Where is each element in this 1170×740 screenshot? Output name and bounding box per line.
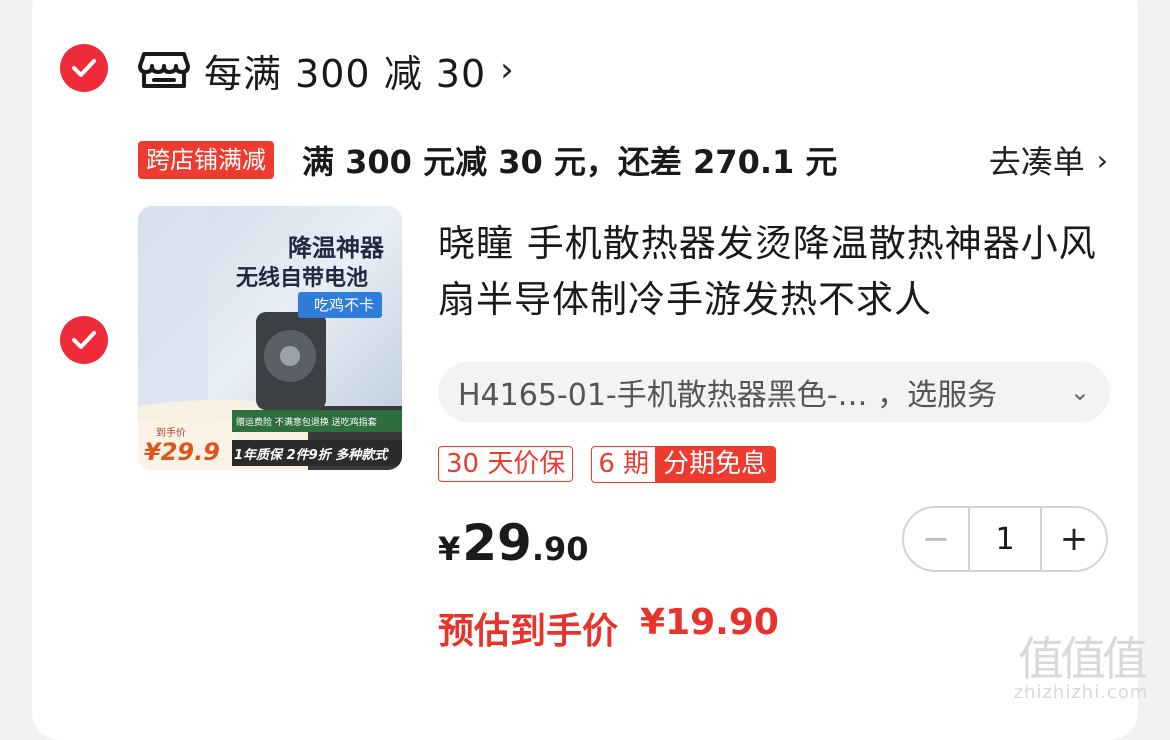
image-headline-1: 降温神器 (288, 234, 384, 262)
image-headline-2: 无线自带电池 (236, 266, 369, 291)
quantity-stepper: − 1 + (902, 506, 1108, 572)
quantity-input[interactable]: 1 (968, 508, 1042, 570)
price-decimal: .90 (531, 530, 589, 568)
product-price: ¥ 29 .90 (438, 514, 589, 572)
installment-badge: 6 期 分期免息 (591, 446, 777, 483)
product-select-checkbox[interactable] (60, 316, 108, 364)
checkmark-icon (72, 331, 96, 349)
checkmark-icon (72, 59, 96, 77)
shop-header[interactable]: 每满 300 减 30 › (138, 42, 514, 98)
estimated-price-label: 预估到手价 (438, 611, 619, 652)
watermark-domain: zhizhizhi.com (1013, 682, 1149, 703)
sku-text: H4165-01-手机散热器黑色-… ，选服务 (458, 378, 998, 413)
price-integer: 29 (462, 514, 532, 572)
chevron-right-icon: › (1096, 143, 1108, 177)
promo-tag: 跨店铺满减 (138, 141, 274, 179)
chevron-right-icon: › (500, 50, 514, 90)
image-price: ¥29.9 (144, 438, 220, 466)
product-image[interactable]: 降温神器 无线自带电池 吃鸡不卡 到手价 ¥29.9 赠运费险 不满意包退换 送… (138, 206, 402, 470)
product-title[interactable]: 晓瞳 手机散热器发烫降温散热神器小风扇半导体制冷手游发热不求人 (438, 216, 1118, 328)
sku-selector[interactable]: H4165-01-手机散热器黑色-… ，选服务 ⌄ (438, 362, 1110, 422)
shop-title: 每满 300 减 30 (204, 51, 487, 96)
installment-period: 6 期 (598, 449, 650, 479)
promo-row: 跨店铺满减 满 300 元减 30 元，还差 270.1 元 去凑单 › (138, 138, 1108, 182)
add-items-link[interactable]: 去凑单 › (989, 137, 1108, 183)
installment-label: 分期免息 (655, 447, 776, 482)
chevron-down-icon: ⌄ (1069, 378, 1090, 406)
price-currency: ¥ (438, 530, 461, 568)
price-protect-badge: 30 天价保 (438, 446, 574, 482)
image-price-label: 到手价 (156, 428, 186, 439)
image-banner-top: 赠运费险 不满意包退换 送吃鸡指套 (236, 418, 377, 428)
shop-select-checkbox[interactable] (60, 44, 108, 92)
promo-text: 满 300 元减 30 元，还差 270.1 元 (302, 143, 838, 181)
watermark: 值值值 zhizhizhi.com (1006, 636, 1156, 703)
image-tag: 吃鸡不卡 (314, 296, 375, 314)
estimated-price-value: ¥19.90 (640, 602, 779, 643)
add-items-label: 去凑单 (988, 143, 1085, 181)
shop-icon (138, 50, 190, 90)
image-banner-bottom: 1年质保 2件9折 多种款式 (234, 448, 388, 463)
decrease-quantity-button[interactable]: − (904, 508, 968, 570)
watermark-logo: 值值值 (1018, 632, 1148, 686)
service-badges: 30 天价保 6 期 分期免息 (438, 446, 777, 483)
increase-quantity-button[interactable]: + (1042, 508, 1106, 570)
estimated-price: 预估到手价 ¥19.90 (438, 602, 779, 654)
